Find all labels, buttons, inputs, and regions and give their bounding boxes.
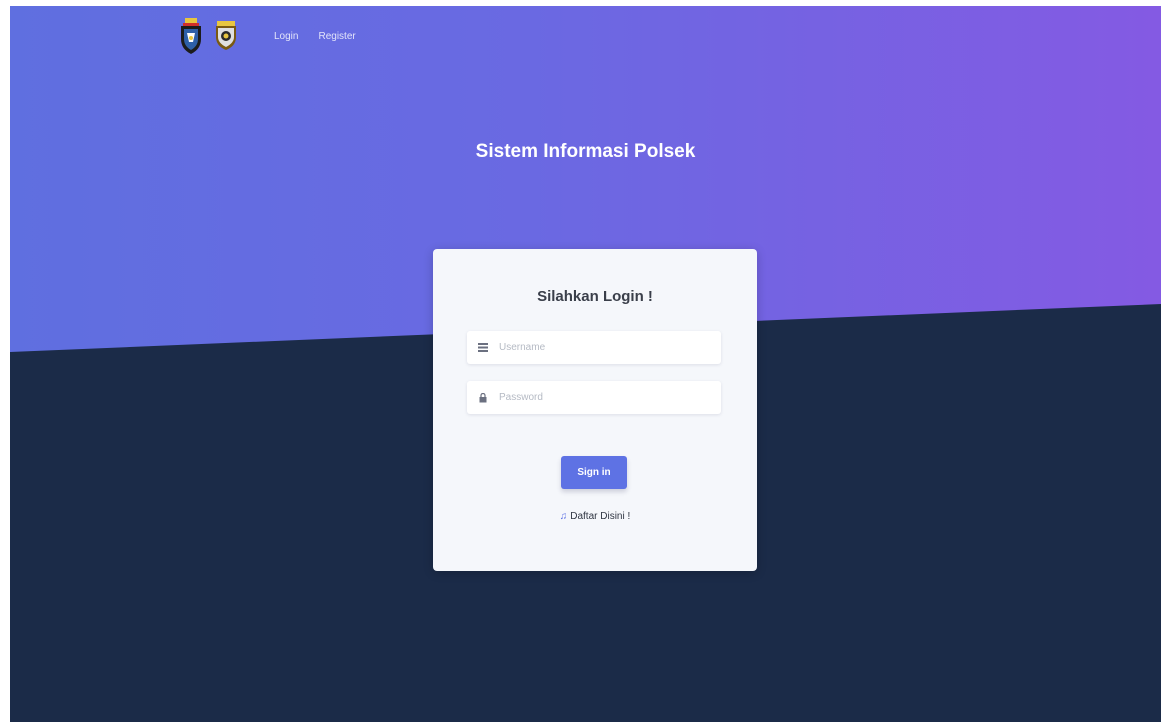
top-navbar: Login Register bbox=[178, 18, 356, 54]
lock-icon bbox=[473, 392, 493, 403]
sign-in-button[interactable]: Sign in bbox=[561, 456, 627, 489]
login-heading: Silahkan Login ! bbox=[537, 288, 653, 305]
register-link-label: Daftar Disini ! bbox=[570, 511, 631, 522]
nav-link-register[interactable]: Register bbox=[318, 31, 355, 42]
username-field[interactable] bbox=[467, 331, 721, 364]
page-frame: Login Register Sistem Informasi Polsek S… bbox=[10, 6, 1161, 722]
user-card-icon bbox=[473, 343, 493, 352]
password-input[interactable] bbox=[493, 392, 721, 403]
username-input[interactable] bbox=[493, 342, 721, 353]
register-link[interactable]: ♫ Daftar Disini ! bbox=[433, 511, 757, 522]
nav-link-login[interactable]: Login bbox=[274, 31, 298, 42]
password-field[interactable] bbox=[467, 381, 721, 414]
police-badge-logo[interactable] bbox=[214, 21, 238, 51]
music-note-icon: ♫ bbox=[559, 511, 568, 522]
site-title: Sistem Informasi Polsek bbox=[475, 141, 696, 162]
police-crest-logo[interactable] bbox=[178, 17, 204, 55]
login-card: Silahkan Login ! Sign in ♫Da bbox=[433, 249, 757, 571]
